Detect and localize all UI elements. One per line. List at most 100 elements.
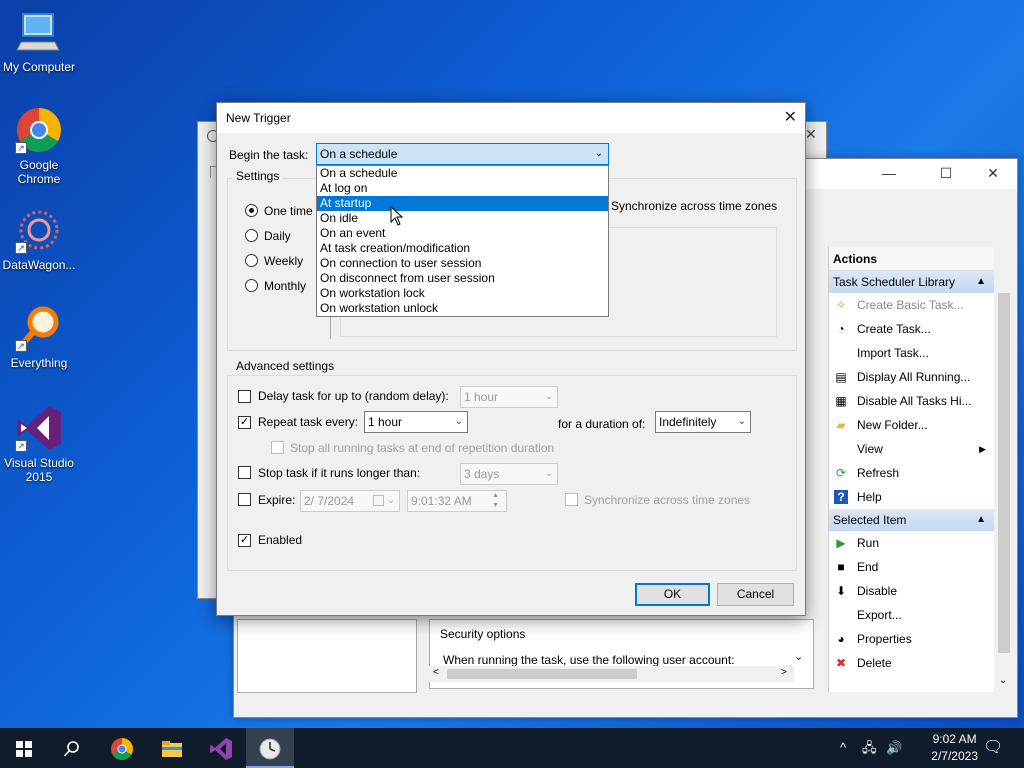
horizontal-scrollbar[interactable]: < > — [429, 666, 794, 682]
cancel-button[interactable]: Cancel — [717, 583, 794, 606]
search-button[interactable] — [48, 728, 96, 768]
action-item-label: End — [857, 560, 879, 574]
properties-icon: ◕ — [837, 632, 845, 646]
desktop-icon-visual-studio[interactable]: ↗ Visual Studio 2015 — [1, 404, 77, 484]
desktop-icon-my-computer[interactable]: My Computer — [1, 8, 77, 74]
section-label: Task Scheduler Library — [833, 275, 956, 289]
action-item[interactable]: ◕ Properties — [829, 627, 994, 651]
spinner-icon[interactable]: ▲ ▼ — [492, 491, 499, 511]
dropdown-option[interactable]: On a schedule — [317, 166, 608, 181]
expire-label[interactable]: Expire: — [258, 493, 295, 507]
scroll-down-icon[interactable]: ⌄ — [999, 675, 1007, 686]
repeat-interval-select[interactable]: 1 hour ⌄ — [364, 411, 468, 433]
delay-task-checkbox[interactable] — [238, 390, 251, 403]
dropdown-option[interactable]: At log on — [317, 181, 608, 196]
action-item[interactable]: ✖ Delete — [829, 651, 994, 675]
expire-sync-timezones-checkbox[interactable] — [565, 493, 578, 506]
delay-select[interactable]: 1 hour ⌄ — [460, 386, 558, 408]
dropdown-option[interactable]: On workstation unlock — [317, 301, 608, 316]
dropdown-option[interactable]: On connection to user session — [317, 256, 608, 271]
minimize-icon[interactable]: — — [879, 165, 899, 181]
maximize-icon[interactable]: ☐ — [936, 165, 956, 182]
dropdown-option[interactable]: At task creation/modification — [317, 241, 608, 256]
dropdown-option[interactable]: On disconnect from user session — [317, 271, 608, 286]
schedule-radio-label[interactable]: Weekly — [264, 254, 303, 268]
action-item[interactable]: ⟳ Refresh — [829, 461, 994, 485]
action-item[interactable]: Import Task... — [829, 341, 994, 365]
action-item[interactable]: Export... — [829, 603, 994, 627]
stop-task-duration-select[interactable]: 3 days ⌄ — [460, 463, 558, 485]
close-icon[interactable]: ✕ — [983, 165, 1003, 182]
taskbar-visual-studio[interactable] — [197, 728, 245, 768]
schedule-radio[interactable] — [245, 204, 258, 217]
expire-time-picker[interactable]: 9:01:32 AM ▲ ▼ — [407, 490, 507, 512]
dropdown-option[interactable]: On workstation lock — [317, 286, 608, 301]
action-item[interactable]: ▤ Display All Running... — [829, 365, 994, 389]
begin-task-select[interactable]: On a schedule ⌄ — [316, 143, 609, 165]
desktop-icon-everything[interactable]: ↗ Everything — [1, 304, 77, 370]
stop-task-longer-checkbox[interactable] — [238, 466, 251, 479]
action-item[interactable]: View ▶ — [829, 437, 994, 461]
dropdown-option[interactable]: At startup — [317, 196, 608, 211]
repeat-task-checkbox[interactable]: ✓ — [238, 416, 251, 429]
section-selected-item[interactable]: Selected Item ▲ — [829, 509, 994, 531]
enabled-label[interactable]: Enabled — [258, 533, 302, 547]
enabled-checkbox[interactable]: ✓ — [238, 534, 251, 547]
taskbar-chrome[interactable] — [98, 728, 146, 768]
dropdown-option[interactable]: On an event — [317, 226, 608, 241]
schedule-radio-label[interactable]: One time — [264, 204, 313, 218]
show-hidden-icons-chevron-up-icon[interactable]: ^ — [840, 728, 846, 768]
start-button[interactable] — [0, 728, 48, 768]
action-item[interactable]: ▶ Run — [829, 531, 994, 555]
schedule-radio[interactable] — [245, 254, 258, 267]
desktop-icon-google-chrome[interactable]: ↗ Google Chrome — [1, 106, 77, 186]
calendar-icon[interactable] — [373, 495, 384, 506]
expire-date-picker[interactable]: 2/ 7/2024 ⌄ — [300, 490, 400, 512]
repeat-task-label[interactable]: Repeat task every: — [258, 415, 358, 429]
action-item[interactable]: ? Help — [829, 485, 994, 509]
delay-task-label[interactable]: Delay task for up to (random delay): — [258, 389, 449, 403]
action-item[interactable]: ◔ Create Task... — [829, 317, 994, 341]
scroll-left-icon[interactable]: < — [433, 667, 439, 678]
action-item[interactable]: ■ End — [829, 555, 994, 579]
close-icon[interactable]: ✕ — [805, 126, 817, 143]
help-icon: ? — [834, 490, 848, 504]
desktop-icon-datawagon[interactable]: ↗ DataWagon... — [1, 206, 77, 272]
schedule-radio-label[interactable]: Monthly — [264, 279, 306, 293]
chevron-down-icon: ⌄ — [594, 148, 603, 159]
collapse-icon[interactable]: ▲ — [976, 271, 986, 293]
dropdown-option[interactable]: On idle — [317, 211, 608, 226]
scroll-down-icon[interactable]: ⌄ — [794, 650, 803, 663]
action-item[interactable]: ✧ Create Basic Task... — [829, 293, 994, 317]
taskbar-file-explorer[interactable] — [148, 728, 196, 768]
scrollbar-thumb[interactable] — [998, 293, 1010, 653]
close-icon[interactable]: ✕ — [784, 103, 797, 133]
action-item-label: Delete — [857, 656, 892, 670]
volume-icon[interactable]: 🔊 — [886, 728, 902, 768]
action-item[interactable]: ⬇ Disable — [829, 579, 994, 603]
duration-select[interactable]: Indefinitely ⌄ — [655, 411, 751, 433]
section-task-scheduler-library[interactable]: Task Scheduler Library ▲ — [829, 271, 994, 293]
taskbar-task-scheduler[interactable] — [246, 728, 294, 768]
stop-running-tasks-label[interactable]: Stop all running tasks at end of repetit… — [290, 441, 554, 455]
ok-button[interactable]: OK — [635, 583, 710, 606]
schedule-radio[interactable] — [245, 229, 258, 242]
scroll-right-icon[interactable]: > — [781, 667, 787, 678]
actions-scrollbar[interactable]: ⌄ — [996, 269, 1012, 691]
schedule-radio-label[interactable]: Daily — [264, 229, 291, 243]
network-icon[interactable]: 🖧 — [862, 728, 877, 768]
schedule-radio[interactable] — [245, 279, 258, 292]
chrome-icon — [111, 738, 133, 761]
action-item[interactable]: ▰ New Folder... — [829, 413, 994, 437]
expire-checkbox[interactable] — [238, 493, 251, 506]
desktop-icon-label: Everything — [10, 356, 68, 370]
stop-running-tasks-checkbox[interactable] — [271, 441, 284, 454]
action-item[interactable]: ▦ Disable All Tasks Hi... — [829, 389, 994, 413]
stop-task-longer-label[interactable]: Stop task if it runs longer than: — [258, 466, 420, 480]
sync-timezones-label[interactable]: Synchronize across time zones — [611, 199, 777, 213]
expire-sync-timezones-label[interactable]: Synchronize across time zones — [584, 493, 750, 507]
scrollbar-thumb[interactable] — [447, 669, 637, 679]
collapse-icon[interactable]: ▲ — [976, 509, 986, 531]
notifications-icon[interactable]: 🗨 — [983, 728, 1003, 768]
system-clock[interactable]: 9:02 AM 2/7/2023 — [931, 731, 978, 765]
